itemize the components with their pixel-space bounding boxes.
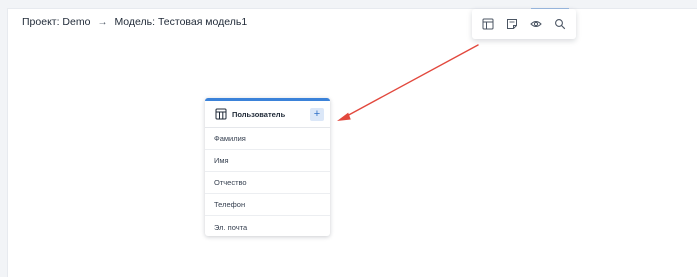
search-icon bbox=[555, 19, 566, 30]
view-toggle-button[interactable] bbox=[526, 14, 546, 34]
table-icon bbox=[482, 18, 494, 30]
search-button[interactable] bbox=[550, 14, 570, 34]
entity-field-email[interactable]: Эл. почта bbox=[205, 216, 330, 236]
note-icon bbox=[507, 19, 517, 29]
entity-field-patronymic[interactable]: Отчество bbox=[205, 172, 330, 194]
entity-field-phone[interactable]: Телефон bbox=[205, 194, 330, 216]
breadcrumb-separator: → bbox=[97, 16, 108, 28]
entity-field-first-name[interactable]: Имя bbox=[205, 150, 330, 172]
add-table-button[interactable] bbox=[478, 14, 498, 34]
canvas-toolbar bbox=[472, 9, 576, 39]
model-canvas[interactable] bbox=[7, 8, 697, 277]
entity-header[interactable]: Пользователь + bbox=[205, 101, 330, 128]
entity-table-icon bbox=[214, 108, 227, 121]
add-field-button[interactable]: + bbox=[310, 107, 324, 121]
add-note-button[interactable] bbox=[502, 14, 522, 34]
breadcrumb-model[interactable]: Модель: Тестовая модель1 bbox=[114, 16, 247, 28]
entity-title: Пользователь bbox=[232, 109, 286, 119]
entity-field-list: Фамилия Имя Отчество Телефон Эл. почта bbox=[205, 128, 330, 236]
breadcrumb: Проект: Demo → Модель: Тестовая модель1 bbox=[22, 16, 247, 28]
entity-field-surname[interactable]: Фамилия bbox=[205, 128, 330, 150]
breadcrumb-project[interactable]: Проект: Demo bbox=[22, 16, 90, 28]
entity-card-user[interactable]: Пользователь + Фамилия Имя Отчество Теле… bbox=[205, 98, 330, 236]
eye-icon bbox=[530, 21, 542, 27]
